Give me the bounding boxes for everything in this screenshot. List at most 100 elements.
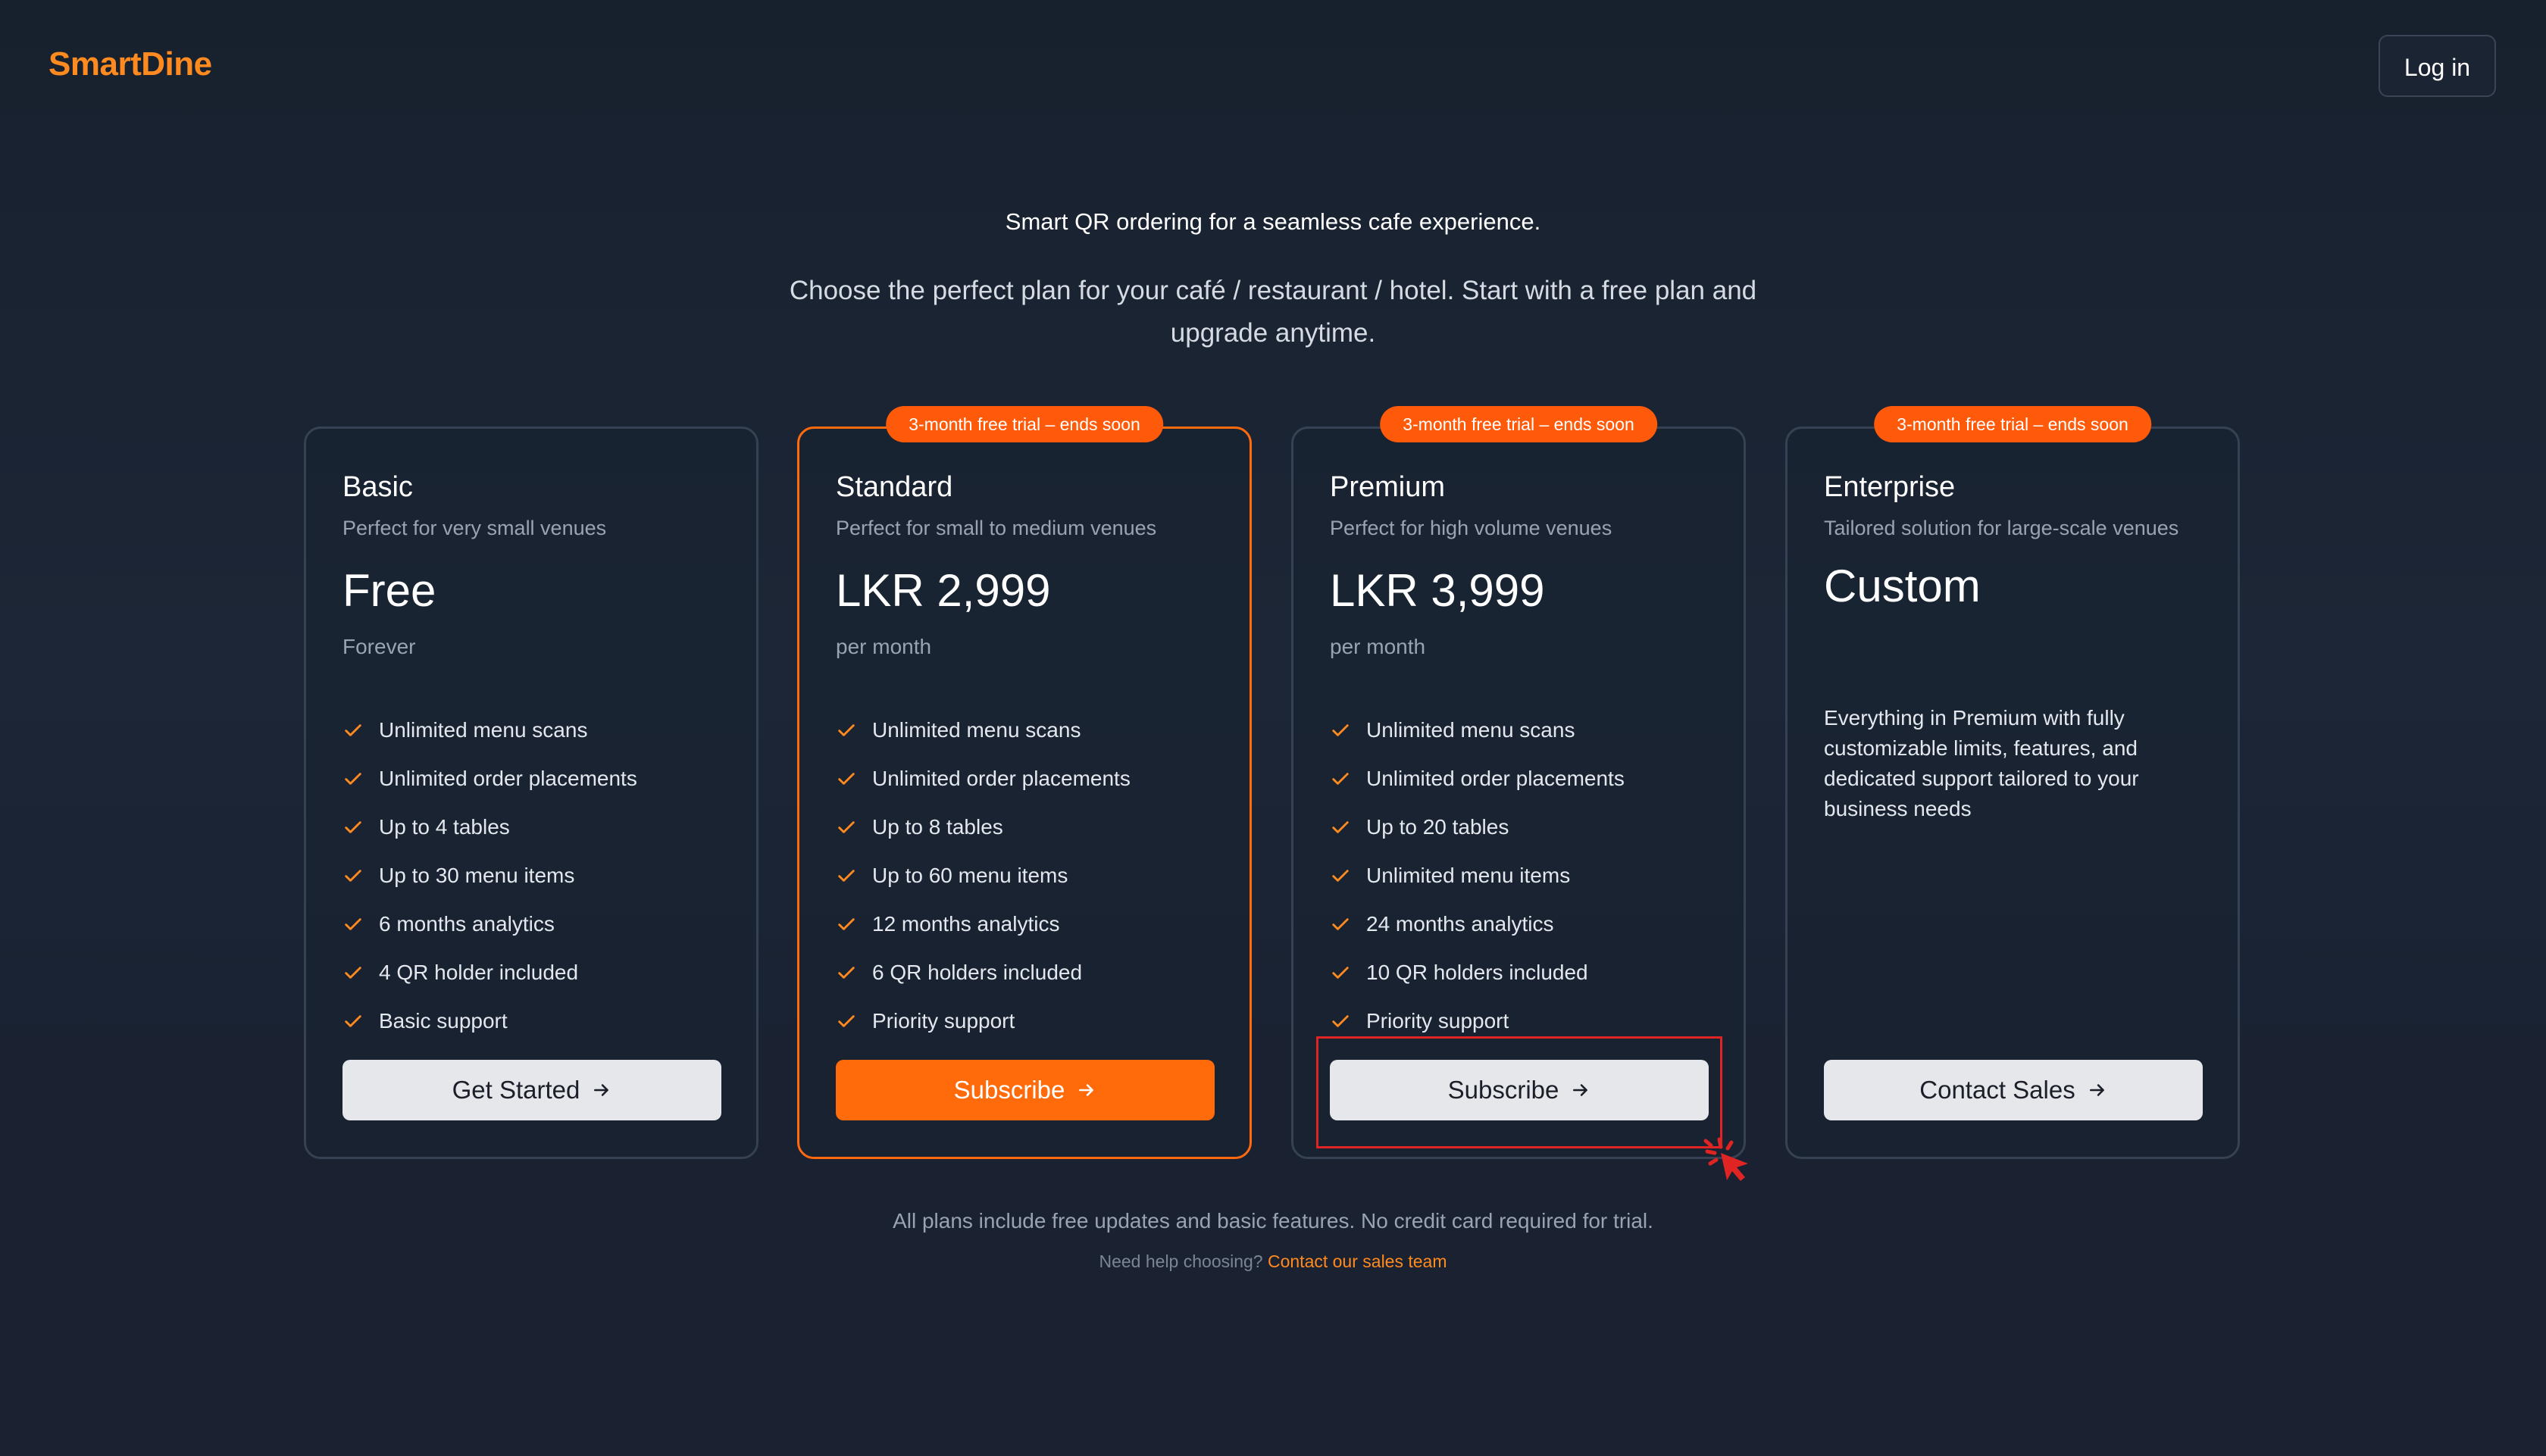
- get-started-button[interactable]: Get Started: [342, 1060, 721, 1120]
- feature-item: 12 months analytics: [836, 900, 1227, 948]
- feature-item: 6 QR holders included: [836, 948, 1227, 997]
- check-icon: [1332, 918, 1349, 930]
- check-icon: [838, 821, 855, 833]
- click-cursor-icon: [1703, 1137, 1748, 1181]
- feature-item: 4 QR holder included: [342, 948, 733, 997]
- trial-badge: 3-month free trial – ends soon: [1874, 406, 2151, 442]
- plan-details: Everything in Premium with fully customi…: [1824, 706, 2139, 820]
- arrow-right-icon: [1079, 1084, 1094, 1096]
- feature-list: Unlimited menu scans Unlimited order pla…: [1330, 706, 1721, 1045]
- top-bar: SmartDine Log in: [0, 0, 2546, 136]
- feature-item: Up to 8 tables: [836, 803, 1227, 851]
- check-icon: [838, 773, 855, 785]
- feature-item: 6 months analytics: [342, 900, 733, 948]
- feature-text: 6 months analytics: [379, 912, 555, 936]
- feature-item: Unlimited order placements: [1330, 755, 1721, 803]
- check-icon: [345, 918, 361, 930]
- subscribe-button-standard[interactable]: Subscribe: [836, 1060, 1215, 1120]
- feature-text: 12 months analytics: [872, 912, 1060, 936]
- feature-text: 4 QR holder included: [379, 961, 579, 984]
- check-icon: [838, 724, 855, 736]
- feature-text: Unlimited menu scans: [1366, 718, 1575, 742]
- logo[interactable]: SmartDine: [48, 45, 212, 83]
- plan-name: Premium: [1330, 471, 1446, 503]
- feature-item: Unlimited order placements: [342, 755, 733, 803]
- hero-tagline: Smart QR ordering for a seamless cafe ex…: [1005, 208, 1541, 235]
- contact-sales-button[interactable]: Contact Sales: [1824, 1060, 2203, 1120]
- login-button[interactable]: Log in: [2379, 35, 2496, 97]
- feature-item: Up to 60 menu items: [836, 851, 1227, 900]
- feature-item: Up to 4 tables: [342, 803, 733, 851]
- hero-subtitle: Choose the perfect plan for your café / …: [789, 276, 1757, 348]
- feature-list: Unlimited menu scans Unlimited order pla…: [342, 706, 733, 1045]
- contact-sales-link[interactable]: Contact our sales team: [1268, 1251, 1447, 1271]
- feature-item: Unlimited order placements: [836, 755, 1227, 803]
- check-icon: [1332, 724, 1349, 736]
- feature-text: 24 months analytics: [1366, 912, 1554, 936]
- feature-item: Up to 20 tables: [1330, 803, 1721, 851]
- feature-text: 6 QR holders included: [872, 961, 1083, 984]
- trial-badge: 3-month free trial – ends soon: [1380, 406, 1657, 442]
- feature-item: 10 QR holders included: [1330, 948, 1721, 997]
- feature-item: Unlimited menu items: [1330, 851, 1721, 900]
- plan-card-basic: Basic Perfect for very small venues Free…: [304, 426, 758, 1159]
- plan-description: Perfect for high volume venues: [1330, 517, 1612, 539]
- feature-text: Unlimited order placements: [872, 767, 1131, 790]
- feature-text: Priority support: [1366, 1009, 1509, 1033]
- feature-text: Unlimited order placements: [1366, 767, 1625, 790]
- feature-text: Unlimited menu scans: [872, 718, 1081, 742]
- check-icon: [838, 870, 855, 882]
- feature-text: Unlimited menu scans: [379, 718, 588, 742]
- cta-label: Subscribe: [953, 1076, 1065, 1104]
- feature-text: Up to 30 menu items: [379, 864, 575, 887]
- feature-item: Priority support: [836, 997, 1227, 1045]
- check-icon: [345, 967, 361, 979]
- plan-card-standard: 3-month free trial – ends soon Standard …: [797, 406, 1252, 1159]
- plan-name: Standard: [836, 471, 953, 503]
- footer-help: Need help choosing? Contact our sales te…: [0, 1251, 2546, 1272]
- check-icon: [838, 967, 855, 979]
- check-icon: [345, 1015, 361, 1027]
- check-icon: [1332, 773, 1349, 785]
- plan-period: Forever: [342, 635, 416, 658]
- check-icon: [1332, 821, 1349, 833]
- help-text: Need help choosing?: [1099, 1251, 1263, 1271]
- plan-name: Basic: [342, 471, 413, 503]
- feature-text: Up to 20 tables: [1366, 815, 1509, 839]
- plan-name: Enterprise: [1824, 471, 1956, 503]
- feature-text: Up to 4 tables: [379, 815, 510, 839]
- check-icon: [1332, 870, 1349, 882]
- plan-description: Perfect for very small venues: [342, 517, 607, 539]
- cta-label: Contact Sales: [1919, 1076, 2075, 1104]
- plan-card-enterprise: 3-month free trial – ends soon Enterpris…: [1785, 406, 2240, 1159]
- check-icon: [1332, 967, 1349, 979]
- plan-period: per month: [836, 635, 932, 658]
- feature-item: Up to 30 menu items: [342, 851, 733, 900]
- feature-text: 10 QR holders included: [1366, 961, 1588, 984]
- feature-text: Up to 60 menu items: [872, 864, 1068, 887]
- feature-text: Unlimited order placements: [379, 767, 637, 790]
- footer-note: All plans include free updates and basic…: [893, 1209, 1653, 1233]
- check-icon: [345, 773, 361, 785]
- plan-price: Custom: [1824, 561, 1981, 611]
- feature-item: Basic support: [342, 997, 733, 1045]
- feature-text: Priority support: [872, 1009, 1015, 1033]
- arrow-right-icon: [594, 1084, 609, 1096]
- plan-description: Tailored solution for large-scale venues: [1824, 517, 2179, 539]
- check-icon: [345, 724, 361, 736]
- feature-item: Unlimited menu scans: [836, 706, 1227, 755]
- plan-price: Free: [342, 565, 436, 616]
- plan-period: per month: [1330, 635, 1426, 658]
- feature-item: Unlimited menu scans: [1330, 706, 1721, 755]
- feature-item: 24 months analytics: [1330, 900, 1721, 948]
- plan-description: Perfect for small to medium venues: [836, 517, 1157, 539]
- feature-text: Unlimited menu items: [1366, 864, 1571, 887]
- check-icon: [838, 1015, 855, 1027]
- plan-price: LKR 3,999: [1330, 565, 1545, 616]
- cta-label: Get Started: [452, 1076, 580, 1104]
- check-icon: [345, 870, 361, 882]
- feature-text: Basic support: [379, 1009, 508, 1033]
- feature-list: Unlimited menu scans Unlimited order pla…: [836, 706, 1227, 1045]
- check-icon: [838, 918, 855, 930]
- click-target-highlight: [1316, 1036, 1722, 1148]
